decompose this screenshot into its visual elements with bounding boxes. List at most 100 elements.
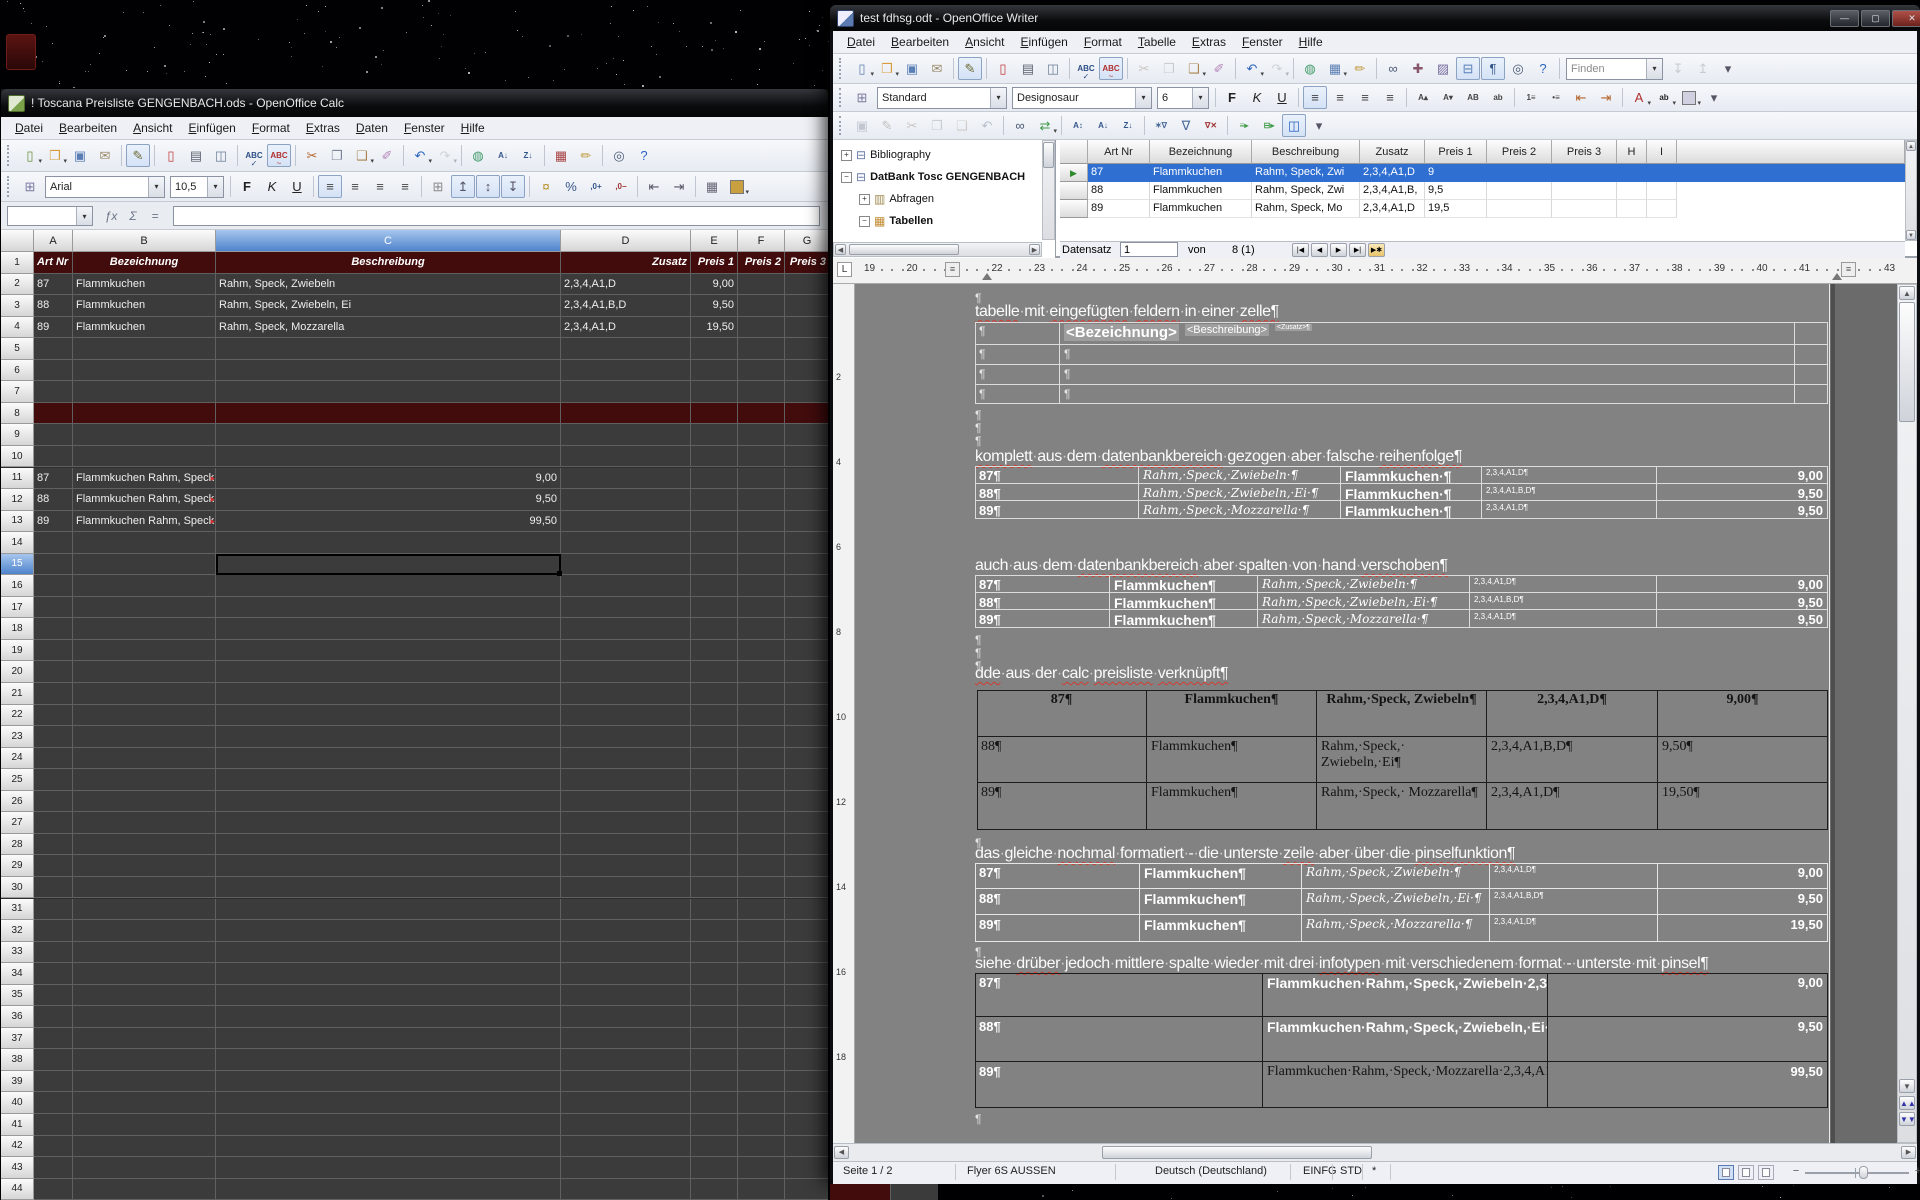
cell-C41[interactable]	[216, 1114, 561, 1136]
cell-D31[interactable]	[561, 899, 691, 921]
calc-menu-fenster[interactable]: Fenster	[396, 118, 453, 138]
writer-lowercase-icon[interactable]: ab	[1486, 86, 1510, 109]
writer-copy-icon[interactable]: ❐	[925, 114, 949, 137]
status-language[interactable]: Deutsch (Deutschland)	[1155, 1165, 1267, 1177]
cell-E23[interactable]	[691, 726, 738, 748]
calc-row-header-17[interactable]: 17	[1, 597, 34, 619]
calc-row-header-14[interactable]: 14	[1, 532, 34, 554]
tree-scrollbar-thumb[interactable]	[1043, 142, 1054, 168]
indent-marker[interactable]	[982, 273, 992, 280]
cell-F39[interactable]	[738, 1071, 785, 1093]
expand-icon[interactable]: +	[841, 150, 852, 161]
calc-menu-extras[interactable]: Extras	[298, 118, 348, 138]
cell-D43[interactable]	[561, 1157, 691, 1179]
cell-F3[interactable]	[738, 295, 785, 317]
cell-B17[interactable]	[73, 597, 216, 619]
writer-data-sources-icon[interactable]: ⊟	[1456, 57, 1480, 80]
writer-new-document-icon[interactable]: ▯▾	[850, 57, 874, 80]
cell-A9[interactable]	[34, 424, 73, 446]
cell-D39[interactable]	[561, 1071, 691, 1093]
writer-cut-icon[interactable]: ✂	[900, 114, 924, 137]
cell-A21[interactable]	[34, 683, 73, 705]
cell-D1[interactable]: Zusatz	[561, 252, 691, 274]
cell-B1[interactable]: Bezeichnung	[73, 252, 216, 274]
cell-G15[interactable]	[785, 554, 828, 576]
cell-B34[interactable]	[73, 963, 216, 985]
cell-D21[interactable]	[561, 683, 691, 705]
calc-save-icon[interactable]: ▣	[68, 144, 92, 167]
cell-B31[interactable]	[73, 899, 216, 921]
cell-C35[interactable]	[216, 985, 561, 1007]
cell-D25[interactable]	[561, 769, 691, 791]
cell-G17[interactable]	[785, 597, 828, 619]
calc-row-header-2[interactable]: 2	[1, 274, 34, 296]
calc-delete-decimal-icon[interactable]: ,0−	[609, 175, 633, 198]
writer-navigator-icon[interactable]: ✚	[1406, 57, 1430, 80]
right-indent-marker[interactable]	[1832, 273, 1842, 280]
calc-open-document-icon[interactable]: ❒▾	[43, 144, 67, 167]
single-page-view-icon[interactable]	[1718, 1165, 1734, 1180]
calc-column-header-C[interactable]: C	[216, 230, 561, 252]
mail-merge-field[interactable]: <Bezeichnung>	[1064, 324, 1179, 341]
calc-menu-daten[interactable]: Daten	[348, 118, 396, 138]
cell-A22[interactable]	[34, 705, 73, 727]
cell-D7[interactable]	[561, 381, 691, 403]
cell-B41[interactable]	[73, 1114, 216, 1136]
cell-A4[interactable]: 89	[34, 317, 73, 339]
cell-F42[interactable]	[738, 1136, 785, 1158]
mail-merge-field[interactable]: <Beschreibung>	[1185, 324, 1269, 336]
cell-F28[interactable]	[738, 834, 785, 856]
cell-B36[interactable]	[73, 1006, 216, 1028]
record-number-input[interactable]: 1	[1120, 242, 1178, 257]
cell-F27[interactable]	[738, 812, 785, 834]
grid-cell[interactable]: 2,3,4,A1,B,	[1360, 182, 1425, 200]
calc-align-bottom-icon[interactable]: ↧	[501, 175, 525, 198]
font-name-combo-dropdown-icon[interactable]: ▾	[148, 177, 164, 197]
cell-E16[interactable]	[691, 575, 738, 597]
grid-cell[interactable]	[1647, 164, 1677, 182]
calc-print-icon[interactable]: ▤	[184, 144, 208, 167]
cell-G16[interactable]	[785, 575, 828, 597]
cell-F12[interactable]	[738, 489, 785, 511]
cell-A13[interactable]: 89	[34, 511, 73, 533]
cell-D30[interactable]	[561, 877, 691, 899]
writer-hyperlink-icon[interactable]: ◍	[1298, 57, 1322, 80]
cell-G18[interactable]	[785, 618, 828, 640]
writer-toolbar-overflow-icon[interactable]: ▾	[1716, 57, 1740, 80]
cell-C27[interactable]	[216, 812, 561, 834]
writer-copy-icon[interactable]: ❐	[1157, 57, 1181, 80]
cell-G42[interactable]	[785, 1136, 828, 1158]
writer-increase-indent-icon[interactable]: ⇥	[1594, 86, 1618, 109]
cell-G39[interactable]	[785, 1071, 828, 1093]
cell-D17[interactable]	[561, 597, 691, 619]
calc-paste-icon[interactable]: ❑▾	[350, 144, 374, 167]
grid-row-selector[interactable]	[1060, 200, 1088, 218]
cell-A7[interactable]	[34, 381, 73, 403]
writer-insert-table-icon[interactable]: ▦▾	[1323, 57, 1347, 80]
writer-bold-icon[interactable]: F	[1220, 86, 1244, 109]
cell-D14[interactable]	[561, 532, 691, 554]
left-margin-marker[interactable]: ≡	[945, 262, 960, 277]
writer-menu-tabelle[interactable]: Tabelle	[1130, 32, 1184, 52]
calc-row-header-23[interactable]: 23	[1, 726, 34, 748]
cell-E17[interactable]	[691, 597, 738, 619]
calc-sort-ascending-icon[interactable]: A↓	[491, 144, 515, 167]
search-combo-dropdown-icon[interactable]: ▾	[1646, 59, 1662, 79]
cell-G33[interactable]	[785, 942, 828, 964]
grid-column-header-zusatz[interactable]: Zusatz	[1360, 140, 1425, 164]
calc-underline-icon[interactable]: U	[285, 175, 309, 198]
cell-A17[interactable]	[34, 597, 73, 619]
scroll-up-icon[interactable]: ▲	[1899, 286, 1915, 300]
grid-cell[interactable]: 2,3,4,A1,D	[1360, 164, 1425, 182]
cell-E35[interactable]	[691, 985, 738, 1007]
cell-B3[interactable]: Flammkuchen	[73, 295, 216, 317]
cell-B21[interactable]	[73, 683, 216, 705]
writer-font-name-combo[interactable]: Designosaur▾	[1012, 87, 1152, 109]
cell-C25[interactable]	[216, 769, 561, 791]
cell-E3[interactable]: 9,50	[691, 295, 738, 317]
calc-column-header-D[interactable]: D	[561, 230, 691, 252]
cell-D44[interactable]	[561, 1179, 691, 1200]
calc-align-center-vertical-icon[interactable]: ↕	[476, 175, 500, 198]
calc-help-icon[interactable]: ?	[632, 144, 656, 167]
cell-C6[interactable]	[216, 360, 561, 382]
